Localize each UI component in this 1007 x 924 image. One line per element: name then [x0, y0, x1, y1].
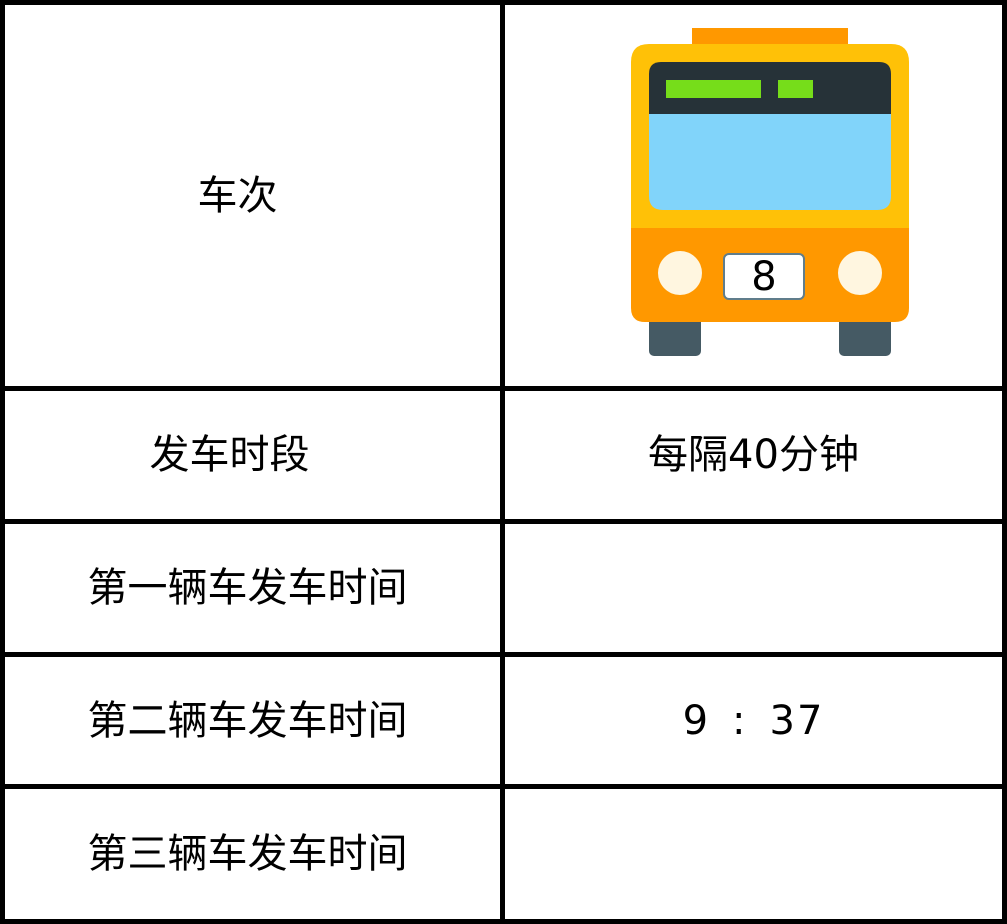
row-label-departure-interval: 发车时段: [5, 391, 500, 519]
time-separator: :: [732, 697, 748, 744]
first-departure-answer-cell[interactable]: [505, 524, 1002, 652]
row-label-route: 车次: [5, 5, 500, 386]
first-departure-label: 第一辆车发车时间: [87, 565, 408, 611]
table-border-right: [1002, 0, 1007, 924]
bus-led-display-short: [778, 80, 813, 98]
departure-interval-label: 发车时段: [149, 432, 310, 478]
second-departure-hour: 9: [682, 697, 711, 744]
third-departure-answer-cell[interactable]: [505, 789, 1002, 919]
bus-headlight-left: [658, 251, 702, 295]
bus-route-number: 8: [751, 254, 776, 300]
row-label-third-departure: 第三辆车发车时间: [5, 789, 500, 919]
second-departure-minute: 37: [769, 697, 825, 744]
bus-led-display-long: [666, 80, 761, 98]
row-label-second-departure: 第二辆车发车时间: [5, 657, 500, 784]
bus-windshield: [649, 114, 891, 210]
departure-interval-value: 每隔40分钟: [648, 432, 859, 478]
second-departure-label: 第二辆车发车时间: [87, 697, 408, 744]
bus-icon: 8: [631, 28, 909, 356]
bus-schedule-table: 车次 8 发车时段 每隔40分钟 第一辆车发车时间 第二辆车发车时间 9 : 3…: [0, 0, 1007, 924]
row-label-first-departure: 第一辆车发车时间: [5, 524, 500, 652]
second-departure-time: 9 : 37: [505, 657, 1002, 784]
bus-headlight-right: [838, 251, 882, 295]
route-label-text: 车次: [197, 172, 278, 219]
row-value-departure-interval: 每隔40分钟: [505, 391, 1002, 519]
third-departure-label: 第三辆车发车时间: [87, 831, 408, 877]
